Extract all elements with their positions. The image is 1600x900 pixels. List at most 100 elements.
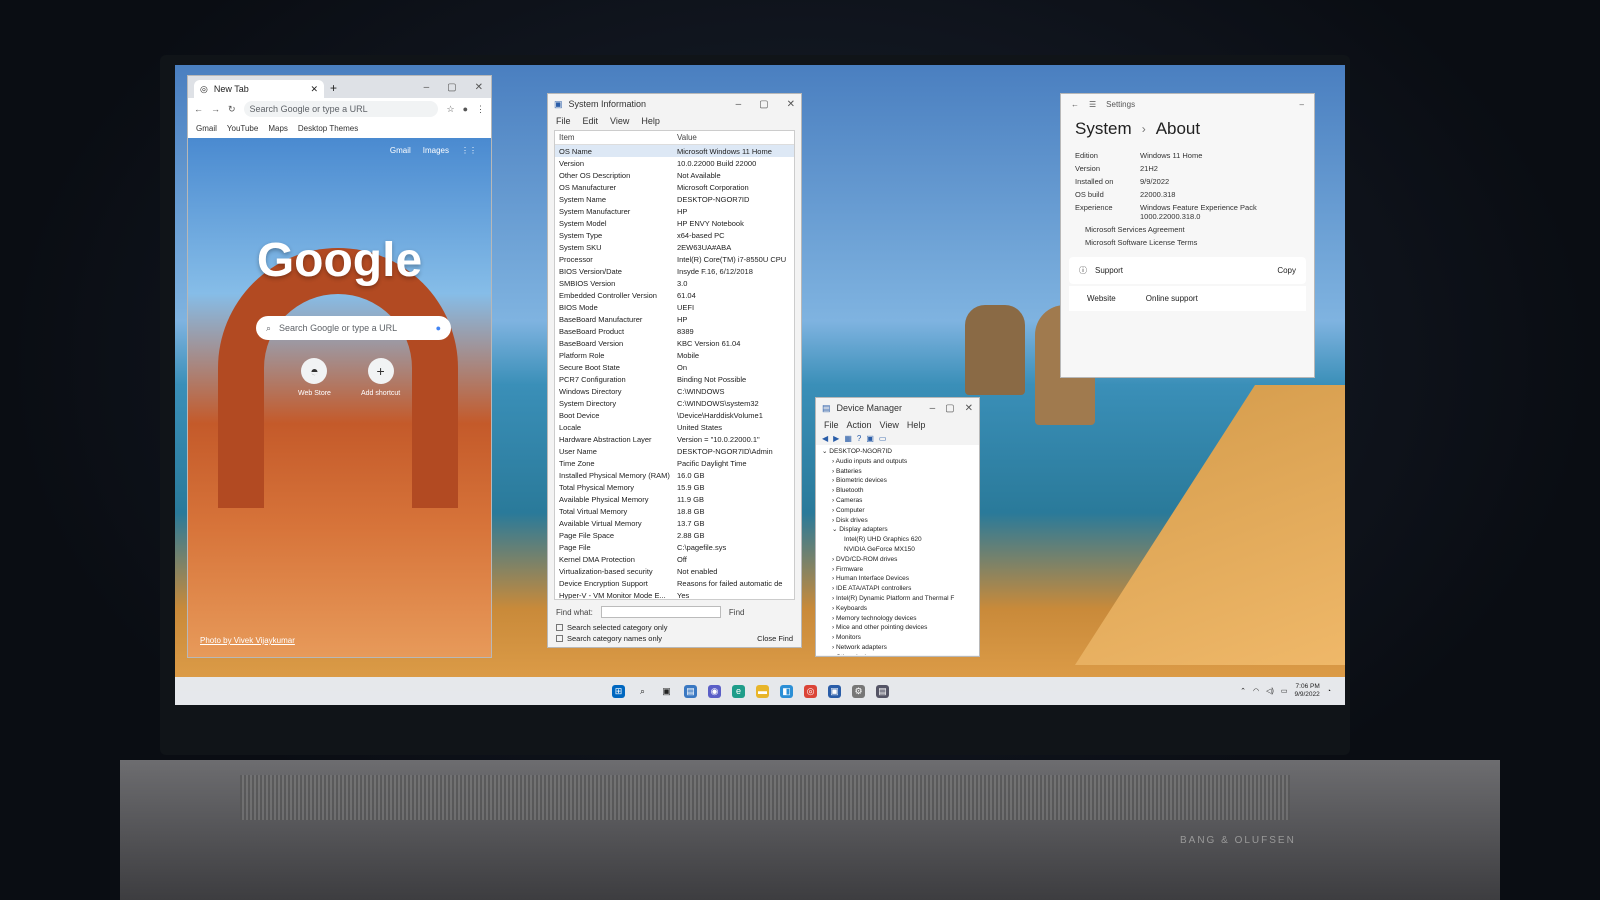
table-row[interactable]: Hyper-V - VM Monitor Mode E... Yes	[555, 589, 794, 600]
system-information-icon[interactable]: ▣	[828, 684, 841, 698]
table-row[interactable]: OS Name Microsoft Windows 11 Home	[555, 145, 794, 157]
table-row[interactable]: System Directory C:\WINDOWS\system32	[555, 397, 794, 409]
gmail-link[interactable]: Gmail	[390, 146, 411, 155]
start-icon[interactable]: ⊞	[612, 684, 625, 698]
link-license-terms[interactable]: Microsoft Software License Terms	[1061, 236, 1314, 249]
tree-category[interactable]: › Firmware	[822, 565, 973, 575]
edge-icon[interactable]: e	[732, 684, 745, 698]
table-row[interactable]: BaseBoard Version KBC Version 61.04	[555, 337, 794, 349]
table-row[interactable]: Processor Intel(R) Core(TM) i7-8550U CPU	[555, 253, 794, 265]
battery-icon[interactable]: ▭	[1281, 687, 1288, 695]
support-section[interactable]: ⓘ Support Copy	[1069, 257, 1306, 284]
menu-view[interactable]: View	[880, 420, 899, 430]
menu-view[interactable]: View	[610, 116, 629, 126]
table-row[interactable]: Boot Device \Device\HarddiskVolume1	[555, 409, 794, 421]
photo-credit-link[interactable]: Photo by Vivek Vijaykumar	[200, 636, 295, 645]
tree-device[interactable]: NVIDIA GeForce MX150	[822, 545, 973, 555]
tree-device[interactable]: Intel(R) UHD Graphics 620	[822, 535, 973, 545]
tree-category[interactable]: › Batteries	[822, 467, 973, 477]
maximize-icon[interactable]: ▢	[447, 82, 456, 93]
minimize-icon[interactable]: –	[1300, 100, 1304, 109]
omnibox[interactable]: Search Google or type a URL	[243, 101, 439, 117]
tree-category[interactable]: › Disk drives	[822, 516, 973, 526]
table-row[interactable]: System Model HP ENVY Notebook	[555, 217, 794, 229]
table-row[interactable]: BIOS Mode UEFI	[555, 301, 794, 313]
table-row[interactable]: Windows Directory C:\WINDOWS	[555, 385, 794, 397]
star-icon[interactable]: ☆	[446, 104, 454, 115]
close-tab-icon[interactable]: ✕	[310, 84, 318, 95]
forward-icon[interactable]: ▶	[833, 434, 839, 443]
close-icon[interactable]: ✕	[787, 99, 795, 110]
maximize-icon[interactable]: ▢	[945, 403, 954, 414]
chrome-icon[interactable]: ◎	[804, 684, 817, 698]
find-input[interactable]	[600, 606, 721, 618]
table-row[interactable]: Secure Boot State On	[555, 361, 794, 373]
minimize-icon[interactable]: –	[736, 99, 742, 110]
table-row[interactable]: Page File Space 2.88 GB	[555, 529, 794, 541]
table-row[interactable]: Device Encryption Support Reasons for fai…	[555, 577, 794, 589]
table-row[interactable]: Total Virtual Memory 18.8 GB	[555, 505, 794, 517]
settings-gear-icon[interactable]: ⚙	[852, 684, 865, 698]
back-icon[interactable]: ←	[1071, 100, 1079, 109]
tab-new-tab[interactable]: ◎ New Tab ✕	[194, 80, 324, 98]
table-row[interactable]: Other OS Description Not Available	[555, 169, 794, 181]
table-row[interactable]: System Manufacturer HP	[555, 205, 794, 217]
hamburger-icon[interactable]: ☰	[1089, 100, 1096, 109]
tree-category[interactable]: › Mice and other pointing devices	[822, 623, 973, 633]
tree-root[interactable]: ⌄ DESKTOP-NGOR7ID	[822, 447, 973, 457]
menu-file[interactable]: File	[556, 116, 571, 126]
close-find-button[interactable]: Close Find	[757, 634, 793, 643]
table-row[interactable]: User Name DESKTOP-NGOR7ID\Admin	[555, 445, 794, 457]
table-row[interactable]: BaseBoard Product 8389	[555, 325, 794, 337]
table-row[interactable]: Time Zone Pacific Daylight Time	[555, 457, 794, 469]
menu-action[interactable]: Action	[847, 420, 872, 430]
tree-category[interactable]: › Network adapters	[822, 643, 973, 653]
table-row[interactable]: System Name DESKTOP-NGOR7ID	[555, 193, 794, 205]
chevron-up-icon[interactable]: ⌃	[1240, 687, 1246, 695]
table-row[interactable]: SMBIOS Version 3.0	[555, 277, 794, 289]
bookmark-desktop-themes[interactable]: Desktop Themes	[298, 124, 358, 133]
tree-category[interactable]: › Cameras	[822, 496, 973, 506]
forward-icon[interactable]: →	[211, 104, 220, 114]
apps-grid-icon[interactable]: ⋮⋮	[461, 146, 477, 155]
link-services-agreement[interactable]: Microsoft Services Agreement	[1061, 223, 1314, 236]
table-row[interactable]: Installed Physical Memory (RAM) 16.0 GB	[555, 469, 794, 481]
file-explorer-icon[interactable]: ▬	[756, 684, 769, 698]
table-row[interactable]: Total Physical Memory 15.9 GB	[555, 481, 794, 493]
tree-category[interactable]: › IDE ATA/ATAPI controllers	[822, 584, 973, 594]
menu-file[interactable]: File	[824, 420, 839, 430]
menu-edit[interactable]: Edit	[583, 116, 599, 126]
minimize-icon[interactable]: –	[930, 403, 936, 414]
column-header-item[interactable]: Item	[559, 133, 677, 142]
table-row[interactable]: Kernel DMA Protection Off	[555, 553, 794, 565]
table-row[interactable]: BaseBoard Manufacturer HP	[555, 313, 794, 325]
tree-category[interactable]: › Audio inputs and outputs	[822, 457, 973, 467]
column-header-value[interactable]: Value	[677, 133, 790, 142]
bookmark-youtube[interactable]: YouTube	[227, 124, 258, 133]
tree-category[interactable]: › Monitors	[822, 633, 973, 643]
task-view-icon[interactable]: ▣	[660, 685, 673, 698]
tree-category[interactable]: › Computer	[822, 506, 973, 516]
table-row[interactable]: PCR7 Configuration Binding Not Possible	[555, 373, 794, 385]
notification-icon[interactable]: ◔	[1327, 688, 1331, 695]
mic-icon[interactable]: ●	[436, 323, 441, 333]
shortcut-add[interactable]: + Add shortcut	[361, 358, 400, 397]
table-row[interactable]: System Type x64-based PC	[555, 229, 794, 241]
tree-category[interactable]: › Memory technology devices	[822, 614, 973, 624]
checkbox-category-names[interactable]: Search category names only Close Find	[548, 633, 801, 644]
tree-category[interactable]: › Human Interface Devices	[822, 574, 973, 584]
monitor-icon[interactable]: ▭	[879, 434, 887, 443]
back-icon[interactable]: ◀	[822, 434, 828, 443]
table-row[interactable]: Version 10.0.22000 Build 22000	[555, 157, 794, 169]
tree-category[interactable]: › Biometric devices	[822, 476, 973, 486]
search-icon[interactable]: ⌕	[636, 685, 649, 698]
copy-button[interactable]: Copy	[1277, 266, 1296, 275]
table-row[interactable]: Available Virtual Memory 13.7 GB	[555, 517, 794, 529]
online-support-link[interactable]: Online support	[1146, 294, 1198, 303]
reload-icon[interactable]: ↻	[228, 104, 236, 115]
bookmark-maps[interactable]: Maps	[268, 124, 288, 133]
bookmark-gmail[interactable]: Gmail	[196, 124, 217, 133]
store-icon[interactable]: ◧	[780, 684, 793, 698]
menu-help[interactable]: Help	[907, 420, 926, 430]
new-tab-button[interactable]: +	[330, 81, 337, 98]
